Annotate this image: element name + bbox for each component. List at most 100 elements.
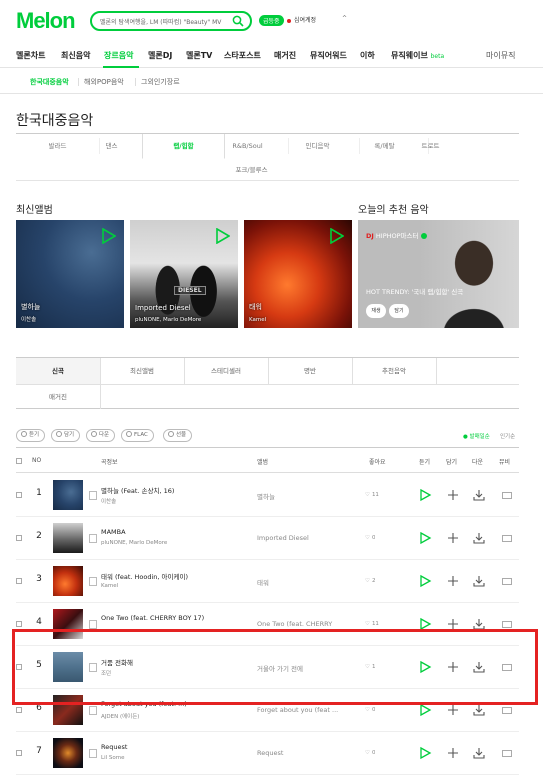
nav-musicwave[interactable]: 뮤직웨이브 beta — [391, 50, 444, 61]
play-icon[interactable] — [418, 574, 432, 588]
album-thumbnail[interactable] — [53, 566, 83, 596]
download-all-button[interactable]: 다운 — [86, 429, 116, 442]
tab-steady[interactable]: 스테디셀러 — [184, 358, 268, 384]
search-box[interactable]: 멜론의 탐색여행을, LM (따따컴) "Beauty" MV — [90, 11, 252, 31]
nav-dj[interactable]: 멜론DJ — [148, 50, 172, 61]
like-button[interactable]: ♡ 11 — [365, 621, 379, 627]
song-info-icon[interactable] — [89, 749, 97, 758]
table-row[interactable]: 3 태워 (feat. Hoodin, 아이케이) Kamel 태워 ♡ 2 — [16, 560, 519, 603]
song-artist[interactable]: Lil Some — [101, 755, 221, 761]
download-icon[interactable] — [472, 488, 486, 502]
add-icon[interactable] — [446, 531, 460, 545]
melon-logo[interactable]: Melon — [16, 8, 76, 34]
like-button[interactable]: ♡ 2 — [365, 578, 375, 584]
row-checkbox[interactable] — [16, 707, 22, 713]
song-title[interactable]: One Two (feat. CHERRY BOY 17) — [101, 614, 231, 622]
download-icon[interactable] — [472, 574, 486, 588]
song-title[interactable]: 태워 (feat. Hoodin, 아이케이) — [101, 571, 231, 581]
play-icon[interactable] — [102, 228, 116, 244]
album-name[interactable]: Request — [257, 749, 341, 757]
song-info-icon[interactable] — [89, 706, 97, 715]
download-icon[interactable] — [472, 531, 486, 545]
add-icon[interactable] — [446, 574, 460, 588]
nav-genre[interactable]: 장르음악 — [104, 50, 133, 61]
user-link[interactable]: 심여계정 — [287, 15, 316, 24]
sub-nav-other[interactable]: 그외인기장르 — [141, 77, 180, 87]
nav-magazine[interactable]: 매거진 — [274, 50, 296, 61]
album-thumbnail[interactable] — [53, 523, 83, 553]
row-checkbox[interactable] — [16, 578, 22, 584]
album-card[interactable]: 태워 Kamel — [244, 220, 352, 328]
song-info-icon[interactable] — [89, 577, 97, 586]
nav-chart[interactable]: 멜론차트 — [16, 50, 45, 61]
table-row[interactable]: 2 MAMBA pluNONE, Marlo DeMore Imported D… — [16, 517, 519, 560]
tab-new-songs[interactable]: 신곡 — [16, 358, 100, 384]
caret-up-icon[interactable]: ^ — [342, 15, 347, 22]
play-icon[interactable] — [418, 488, 432, 502]
album-name[interactable]: Imported Diesel — [257, 534, 341, 542]
mv-icon[interactable] — [502, 492, 512, 499]
download-icon[interactable] — [472, 703, 486, 717]
row-checkbox[interactable] — [16, 492, 22, 498]
nav-starpost[interactable]: 스타포스트 — [224, 50, 261, 61]
tab-recommend[interactable]: 추천음악 — [352, 358, 436, 384]
mv-icon[interactable] — [502, 707, 512, 714]
album-name[interactable]: 별하늘 — [257, 491, 341, 501]
song-artist[interactable]: pluNONE, Marlo DeMore — [101, 540, 221, 546]
like-button[interactable]: ♡ 11 — [365, 492, 379, 498]
play-icon[interactable] — [216, 228, 230, 244]
nav-more[interactable]: 이하 — [360, 50, 375, 61]
table-row[interactable]: 1 별하늘 (Feat. 손상치, 16) 이찬솔 별하늘 ♡ 11 — [16, 474, 519, 517]
flac-button[interactable]: FLAC — [121, 429, 154, 442]
album-card[interactable]: DIESEL Imported Diesel pluNONE, Marlo De… — [130, 220, 238, 328]
song-artist[interactable]: Kamel — [101, 583, 221, 589]
mv-icon[interactable] — [502, 535, 512, 542]
genre-folk[interactable]: 포크/블루스 — [210, 158, 293, 182]
sort-by-date[interactable]: ● 발매일순 — [463, 432, 490, 440]
like-button[interactable]: ♡ 0 — [365, 535, 375, 541]
listen-all-button[interactable]: 듣기 — [16, 429, 46, 442]
tab-classic[interactable]: 명반 — [268, 358, 352, 384]
song-title[interactable]: Request — [101, 743, 231, 751]
song-info-icon[interactable] — [89, 534, 97, 543]
mv-icon[interactable] — [502, 621, 512, 628]
nav-mymusic[interactable]: 마이뮤직 — [486, 50, 515, 61]
album-thumbnail[interactable] — [53, 738, 83, 768]
song-info-icon[interactable] — [89, 620, 97, 629]
genre-trot[interactable]: 트로트 — [389, 134, 472, 158]
song-info-icon[interactable] — [89, 491, 97, 500]
album-thumbnail[interactable] — [53, 480, 83, 510]
search-icon[interactable] — [232, 15, 244, 27]
song-artist[interactable]: 이찬솔 — [101, 497, 221, 505]
download-icon[interactable] — [472, 746, 486, 760]
gift-button[interactable]: 선물 — [163, 429, 193, 442]
tab-new-albums[interactable]: 최신앨범 — [100, 358, 184, 384]
nav-tv[interactable]: 멜론TV — [186, 50, 212, 61]
sort-by-popularity[interactable]: 인기순 — [500, 432, 515, 440]
tab-magazine[interactable]: 매거진 — [16, 384, 100, 410]
album-name[interactable]: 태워 — [257, 577, 341, 587]
add-icon[interactable] — [446, 488, 460, 502]
album-card[interactable]: 별하늘 이찬솔 — [16, 220, 124, 328]
add-icon[interactable] — [446, 746, 460, 760]
search-input[interactable]: 멜론의 탐색여행을, LM (따따컴) "Beauty" MV — [100, 17, 230, 26]
sub-nav-korean[interactable]: 한국대중음악 — [30, 77, 69, 87]
sub-nav-pop[interactable]: 해외POP음악 — [84, 77, 124, 87]
album-name[interactable]: One Two (feat. CHERRY — [257, 620, 341, 628]
recommend-play-button[interactable]: 재생 — [366, 304, 386, 318]
play-icon[interactable] — [418, 531, 432, 545]
row-checkbox[interactable] — [16, 535, 22, 541]
select-all-checkbox[interactable] — [16, 458, 22, 464]
nav-new-music[interactable]: 최신음악 — [61, 50, 90, 61]
genre-dance[interactable]: 댄스 — [70, 134, 153, 158]
play-icon[interactable] — [330, 228, 344, 244]
song-title[interactable]: MAMBA — [101, 528, 231, 536]
like-button[interactable]: ♡ 0 — [365, 707, 375, 713]
add-icon[interactable] — [446, 703, 460, 717]
row-checkbox[interactable] — [16, 621, 22, 627]
song-title[interactable]: 별하늘 (Feat. 손상치, 16) — [101, 485, 231, 495]
recommend-card[interactable]: DJ HIPHOP마스터 HOT TRENDY: '국내 랩/힙합' 신곡 재생… — [358, 220, 519, 328]
like-button[interactable]: ♡ 0 — [365, 750, 375, 756]
add-all-button[interactable]: 담기 — [51, 429, 81, 442]
mv-icon[interactable] — [502, 750, 512, 757]
